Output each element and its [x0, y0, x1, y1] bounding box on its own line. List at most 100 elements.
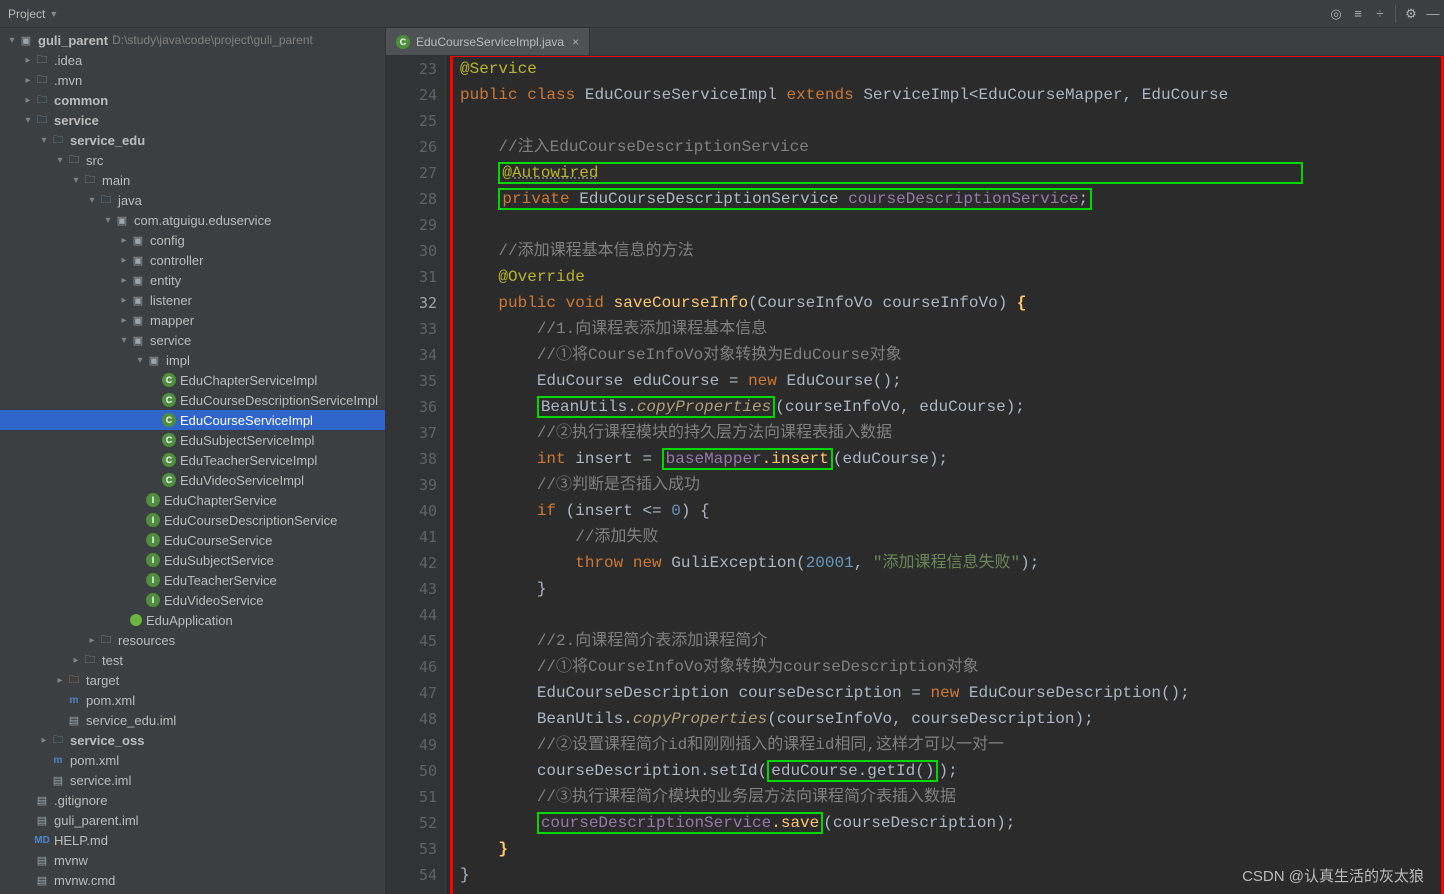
folder-icon: 🗀	[34, 72, 50, 88]
tree-node[interactable]: IEduSubjectService	[0, 550, 385, 570]
tree-node[interactable]: ▤.gitignore	[0, 790, 385, 810]
collapse-icon[interactable]: ÷	[1369, 3, 1391, 25]
class-icon: C	[162, 413, 176, 427]
code-editor[interactable]: 23 24 252627 28 293031 32 33343536373839…	[386, 56, 1444, 894]
tree-node-selected[interactable]: CEduCourseServiceImpl	[0, 410, 385, 430]
tree-node[interactable]: 🗀test	[0, 650, 385, 670]
module-folder-icon: 🗀	[50, 132, 66, 148]
folder-icon: 🗀	[82, 652, 98, 668]
line-gutter: 23 24 252627 28 293031 32 33343536373839…	[386, 56, 446, 894]
file-icon: ▤	[50, 772, 66, 788]
tree-node[interactable]: ▤service.iml	[0, 770, 385, 790]
file-icon: ▤	[34, 852, 50, 868]
class-icon: C	[162, 393, 176, 407]
tree-node[interactable]: ▣listener	[0, 290, 385, 310]
tree-node[interactable]: 🗀service_edu	[0, 130, 385, 150]
package-icon: ▣	[114, 212, 130, 228]
tree-node[interactable]: CEduCourseDescriptionServiceImpl	[0, 390, 385, 410]
tree-node[interactable]: 🗀.idea	[0, 50, 385, 70]
maven-icon: m	[66, 692, 82, 708]
file-icon: ▤	[34, 792, 50, 808]
tree-node[interactable]: 🗀main	[0, 170, 385, 190]
folder-icon: 🗀	[66, 152, 82, 168]
maven-icon: m	[50, 752, 66, 768]
tree-node[interactable]: IEduVideoService	[0, 590, 385, 610]
file-icon: ▤	[66, 712, 82, 728]
tree-node[interactable]: mpom.xml	[0, 750, 385, 770]
tree-node[interactable]: IEduCourseService	[0, 530, 385, 550]
editor-area: C EduCourseServiceImpl.java × 23 24 2526…	[386, 28, 1444, 894]
tree-node[interactable]: ▣com.atguigu.eduservice	[0, 210, 385, 230]
tree-node[interactable]: CEduChapterServiceImpl	[0, 370, 385, 390]
interface-icon: I	[146, 493, 160, 507]
root-node[interactable]: ▣guli_parentD:\study\java\code\project\g…	[0, 30, 385, 50]
tree-node[interactable]: 🗀resources	[0, 630, 385, 650]
tree-node[interactable]: ▤service_edu.iml	[0, 710, 385, 730]
tree-node[interactable]: ▣config	[0, 230, 385, 250]
tree-node[interactable]: 🗀java	[0, 190, 385, 210]
tree-node[interactable]: IEduTeacherService	[0, 570, 385, 590]
interface-icon: I	[146, 513, 160, 527]
tree-node[interactable]: mpom.xml	[0, 690, 385, 710]
tree-node[interactable]: 🗀common	[0, 90, 385, 110]
target-icon[interactable]: ◎	[1325, 3, 1347, 25]
tree-node[interactable]: 🗀service	[0, 110, 385, 130]
tree-node[interactable]: 🗀service_oss	[0, 730, 385, 750]
project-sidebar[interactable]: ▣guli_parentD:\study\java\code\project\g…	[0, 28, 386, 894]
tree-node[interactable]: IEduCourseDescriptionService	[0, 510, 385, 530]
tree-node[interactable]: ▣mapper	[0, 310, 385, 330]
module-folder-icon: 🗀	[50, 732, 66, 748]
folder-icon: 🗀	[82, 172, 98, 188]
close-tab-icon[interactable]: ×	[572, 35, 579, 49]
interface-icon: I	[146, 533, 160, 547]
tree-node[interactable]: 🗀target	[0, 670, 385, 690]
tree-node[interactable]: IEduChapterService	[0, 490, 385, 510]
folder-icon: 🗀	[34, 52, 50, 68]
tree-node[interactable]: ▣impl	[0, 350, 385, 370]
module-folder-icon: 🗀	[34, 92, 50, 108]
project-label[interactable]: Project	[0, 7, 49, 21]
tree-node[interactable]: ▣entity	[0, 270, 385, 290]
resources-folder-icon: 🗀	[98, 632, 114, 648]
tree-node[interactable]: EduApplication	[0, 610, 385, 630]
module-folder-icon: 🗀	[34, 112, 50, 128]
gear-icon[interactable]: ⚙	[1400, 3, 1422, 25]
tree-node[interactable]: ▤mvnw	[0, 850, 385, 870]
tree-node[interactable]: 🗀.mvn	[0, 70, 385, 90]
tree-node[interactable]: CEduTeacherServiceImpl	[0, 450, 385, 470]
hide-icon[interactable]: —	[1422, 3, 1444, 25]
file-tab[interactable]: C EduCourseServiceImpl.java ×	[386, 28, 590, 55]
tree-node[interactable]: CEduSubjectServiceImpl	[0, 430, 385, 450]
module-icon: ▣	[18, 32, 34, 48]
class-icon: C	[162, 473, 176, 487]
class-icon: C	[162, 433, 176, 447]
class-icon: C	[162, 373, 176, 387]
package-icon: ▣	[130, 252, 146, 268]
tab-label: EduCourseServiceImpl.java	[416, 35, 564, 49]
editor-tabs: C EduCourseServiceImpl.java ×	[386, 28, 1444, 56]
package-icon: ▣	[130, 272, 146, 288]
file-icon: ▤	[34, 812, 50, 828]
spring-icon	[130, 614, 142, 626]
tree-node[interactable]: ▣service	[0, 330, 385, 350]
interface-icon: I	[146, 573, 160, 587]
tree-node[interactable]: MDHELP.md	[0, 830, 385, 850]
separator	[1395, 5, 1396, 23]
tree-node[interactable]: ▤mvnw.cmd	[0, 870, 385, 890]
top-toolbar: Project ▼ ◎ ≡ ÷ ⚙ —	[0, 0, 1444, 28]
code-content[interactable]: @Service public class EduCourseServiceIm…	[446, 56, 1444, 894]
expand-icon[interactable]: ≡	[1347, 3, 1369, 25]
tree-node[interactable]: 🗀src	[0, 150, 385, 170]
package-icon: ▣	[130, 312, 146, 328]
file-icon: ▤	[34, 872, 50, 888]
interface-icon: I	[146, 553, 160, 567]
package-icon: ▣	[130, 292, 146, 308]
project-dropdown-icon[interactable]: ▼	[49, 9, 68, 19]
csdn-watermark: CSDN @认真生活的灰太狼	[1242, 865, 1424, 886]
tree-node[interactable]: CEduVideoServiceImpl	[0, 470, 385, 490]
tree-node[interactable]: ▤guli_parent.iml	[0, 810, 385, 830]
tree-node[interactable]: ▣controller	[0, 250, 385, 270]
package-icon: ▣	[130, 332, 146, 348]
interface-icon: I	[146, 593, 160, 607]
source-folder-icon: 🗀	[98, 192, 114, 208]
